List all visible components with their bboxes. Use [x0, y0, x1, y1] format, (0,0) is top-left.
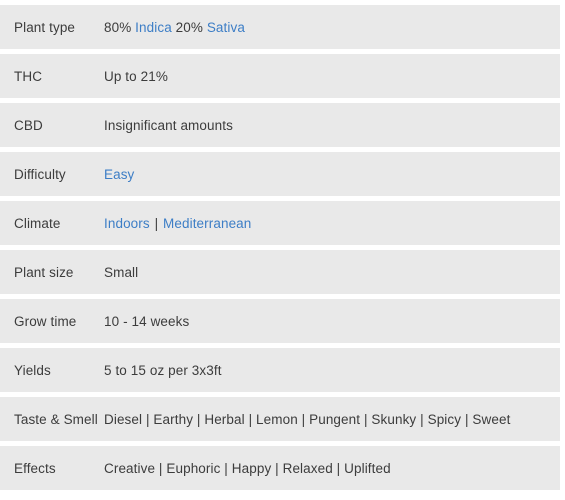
table-row: Effects Creative | Euphoric | Happy | Rel… — [0, 446, 560, 490]
table-row: Taste & Smell Diesel | Earthy | Herbal | … — [0, 397, 560, 441]
value-link[interactable]: Indoors — [104, 216, 150, 231]
row-label: Taste & Smell — [14, 411, 98, 427]
row-label: Yields — [14, 362, 51, 378]
row-label: Plant size — [14, 264, 74, 280]
row-value: Insignificant amounts — [104, 118, 560, 133]
table-row: THC Up to 21% — [0, 54, 560, 98]
value-link[interactable]: Sativa — [207, 20, 245, 35]
value-link[interactable]: Easy — [104, 167, 134, 182]
row-label: CBD — [14, 117, 43, 133]
row-value: Creative | Euphoric | Happy | Relaxed | … — [104, 461, 560, 476]
row-value: Diesel | Earthy | Herbal | Lemon | Punge… — [104, 412, 560, 427]
value-separator: | — [150, 215, 163, 231]
table-row: CBD Insignificant amounts — [0, 103, 560, 147]
value-text: 10 - 14 weeks — [104, 313, 190, 329]
table-row: Yields 5 to 15 oz per 3x3ft — [0, 348, 560, 392]
row-label: Plant type — [14, 19, 76, 35]
row-value: Easy — [104, 167, 560, 182]
row-value: 10 - 14 weeks — [104, 314, 560, 329]
table-row: Grow time 10 - 14 weeks — [0, 299, 560, 343]
row-label: THC — [14, 68, 43, 84]
row-label: Grow time — [14, 313, 77, 329]
value-text: Insignificant amounts — [104, 117, 233, 133]
row-label: Climate — [14, 215, 61, 231]
row-value: Small — [104, 265, 560, 280]
table-row: Climate Indoors | Mediterranean — [0, 201, 560, 245]
row-value: 80% Indica 20% Sativa — [104, 20, 560, 35]
table-row: Plant type 80% Indica 20% Sativa — [0, 5, 560, 49]
value-text: Small — [104, 264, 139, 280]
row-value: 5 to 15 oz per 3x3ft — [104, 363, 560, 378]
value-text: 5 to 15 oz per 3x3ft — [104, 362, 222, 378]
value-text: Diesel | Earthy | Herbal | Lemon | Punge… — [104, 411, 511, 427]
value-text: 80% — [104, 19, 136, 35]
value-link[interactable]: Mediterranean — [163, 216, 251, 231]
table-row: Difficulty Easy — [0, 152, 560, 196]
value-link[interactable]: Indica — [135, 20, 172, 35]
row-value: Indoors | Mediterranean — [104, 216, 560, 231]
row-value: Up to 21% — [104, 69, 560, 84]
value-text: 20% — [171, 19, 207, 35]
value-text: Creative | Euphoric | Happy | Relaxed | … — [104, 460, 391, 476]
row-label: Difficulty — [14, 166, 66, 182]
strain-spec-table: Plant type 80% Indica 20% Sativa THC Up to … — [0, 0, 565, 490]
value-text: Up to 21% — [104, 68, 168, 84]
table-row: Plant size Small — [0, 250, 560, 294]
row-label: Effects — [14, 460, 56, 476]
